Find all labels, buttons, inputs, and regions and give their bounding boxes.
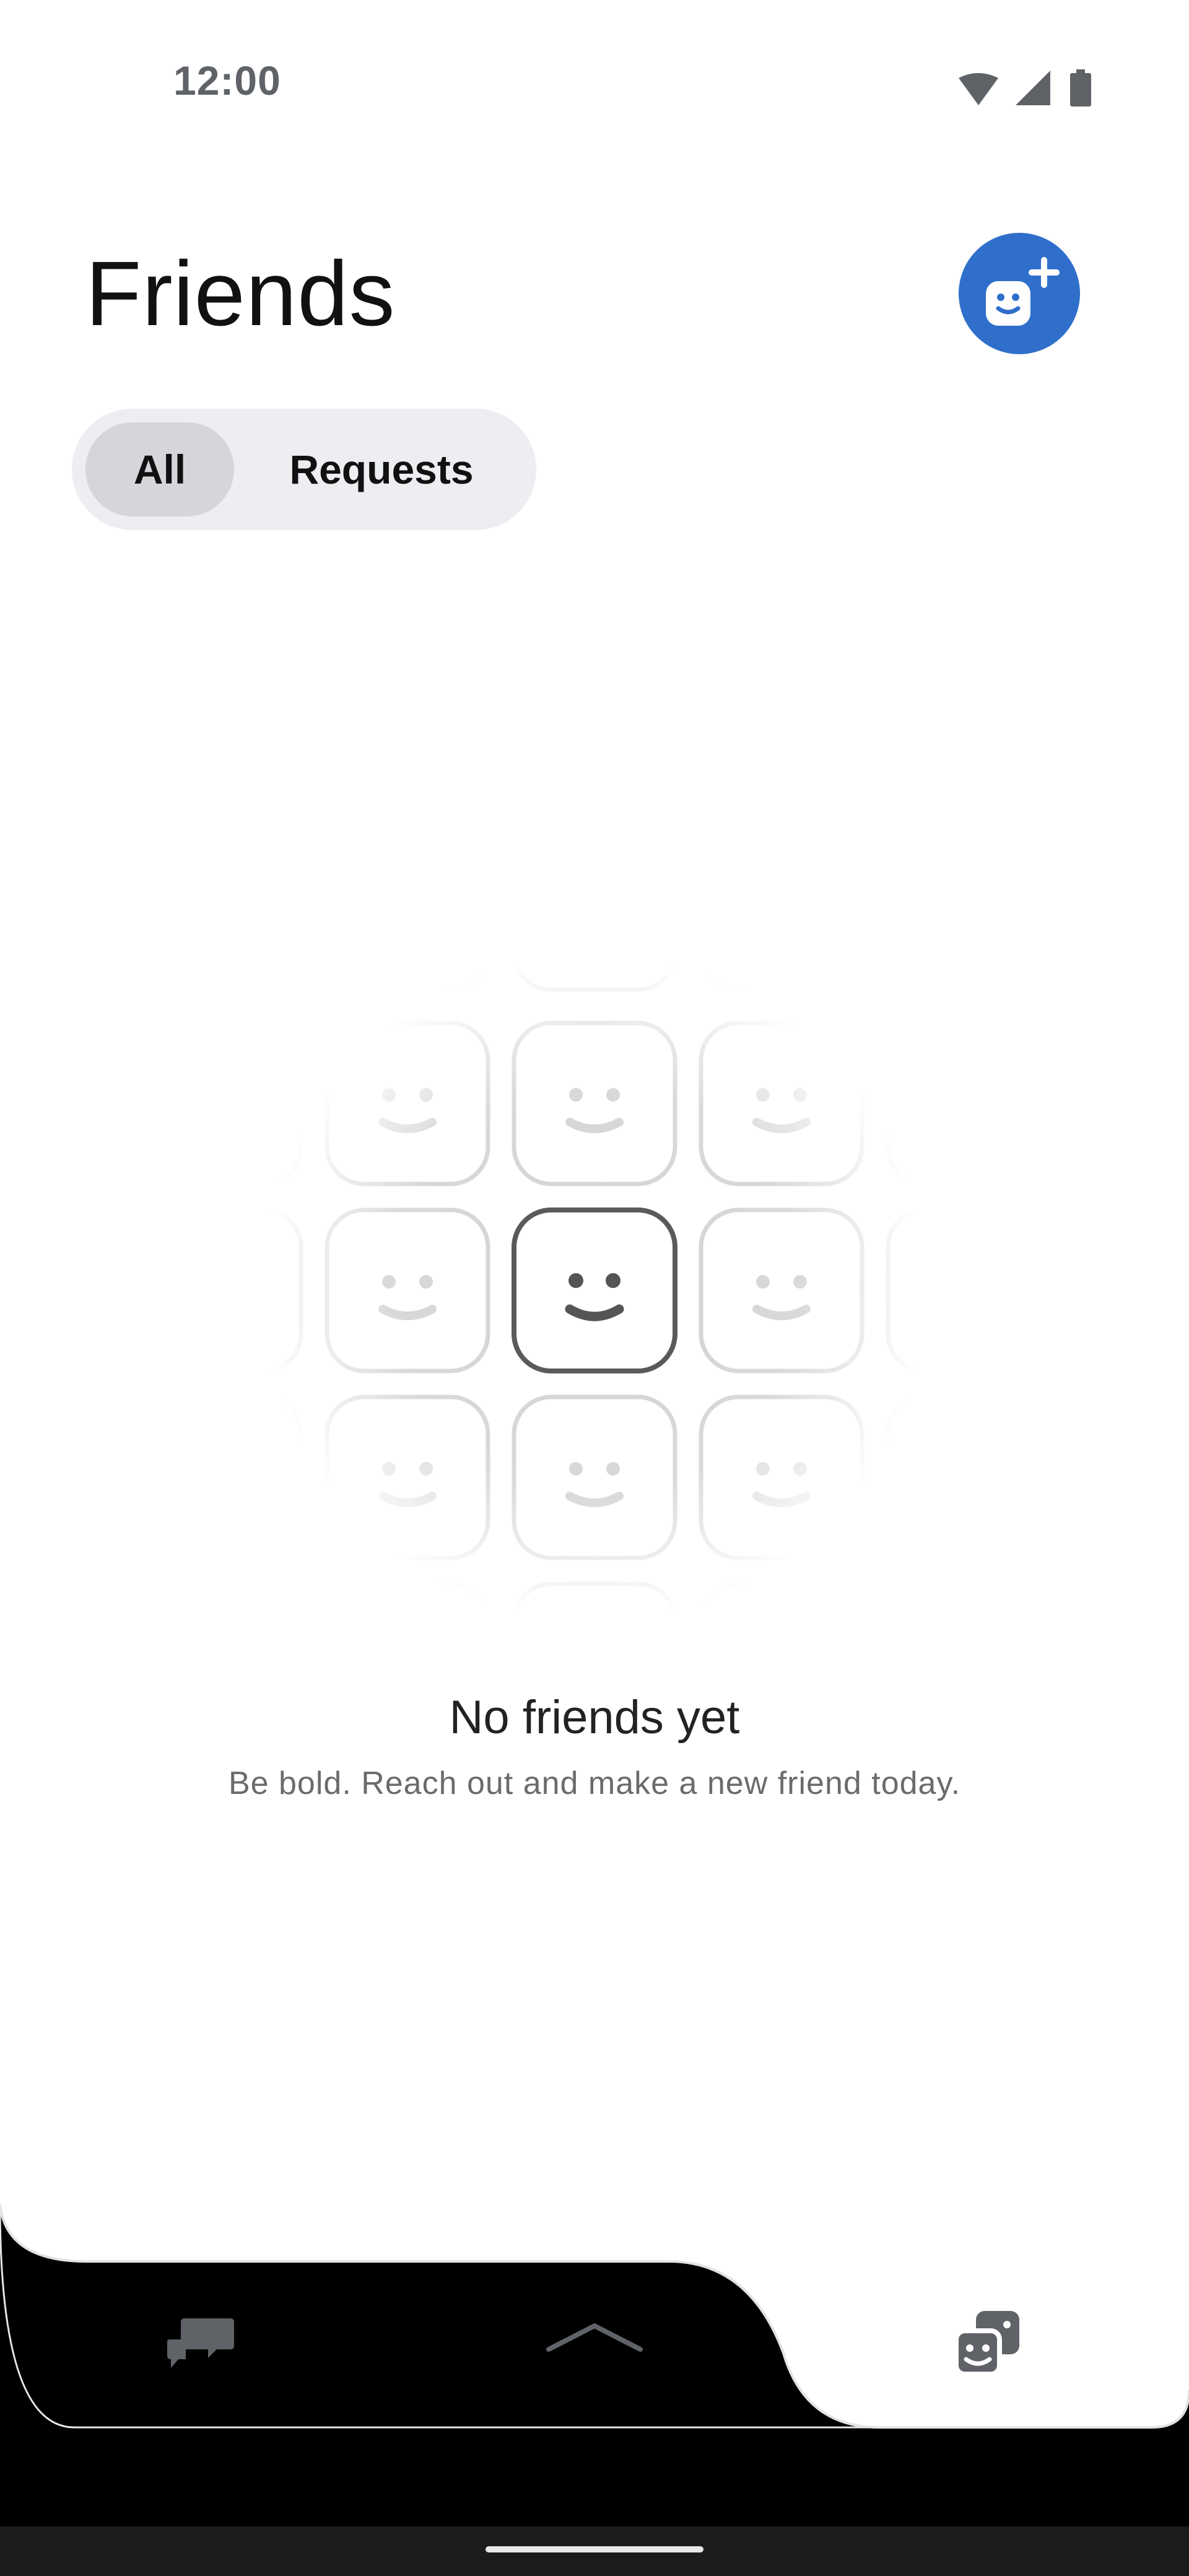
empty-state-subtitle: Be bold. Reach out and make a new friend… <box>228 1765 961 1801</box>
tab-requests[interactable]: Requests <box>258 422 505 516</box>
wifi-icon <box>959 73 998 105</box>
chat-icon <box>167 2318 234 2368</box>
signal-icon <box>1016 71 1050 105</box>
chevron-up-icon <box>546 2323 643 2352</box>
tab-all[interactable]: All <box>85 422 234 516</box>
add-friend-button[interactable] <box>959 233 1080 354</box>
page-title: Friends <box>85 243 396 345</box>
games-icon <box>954 2311 1019 2377</box>
empty-state-illustration <box>198 916 991 1660</box>
status-icons <box>947 67 1133 110</box>
status-bar: 12:00 <box>0 0 1189 161</box>
featured-face-icon <box>512 1208 677 1373</box>
battery-icon <box>1070 69 1091 107</box>
add-friend-icon <box>986 257 1060 326</box>
empty-state-title: No friends yet <box>449 1691 740 1744</box>
status-time: 12:00 <box>173 58 281 103</box>
nav-chat-button[interactable] <box>161 2304 242 2384</box>
friends-filter-tabs: All Requests <box>72 409 536 530</box>
nav-expand-button[interactable] <box>539 2310 650 2365</box>
nav-games-button[interactable] <box>947 2304 1028 2384</box>
gesture-handle[interactable] <box>486 2546 703 2552</box>
